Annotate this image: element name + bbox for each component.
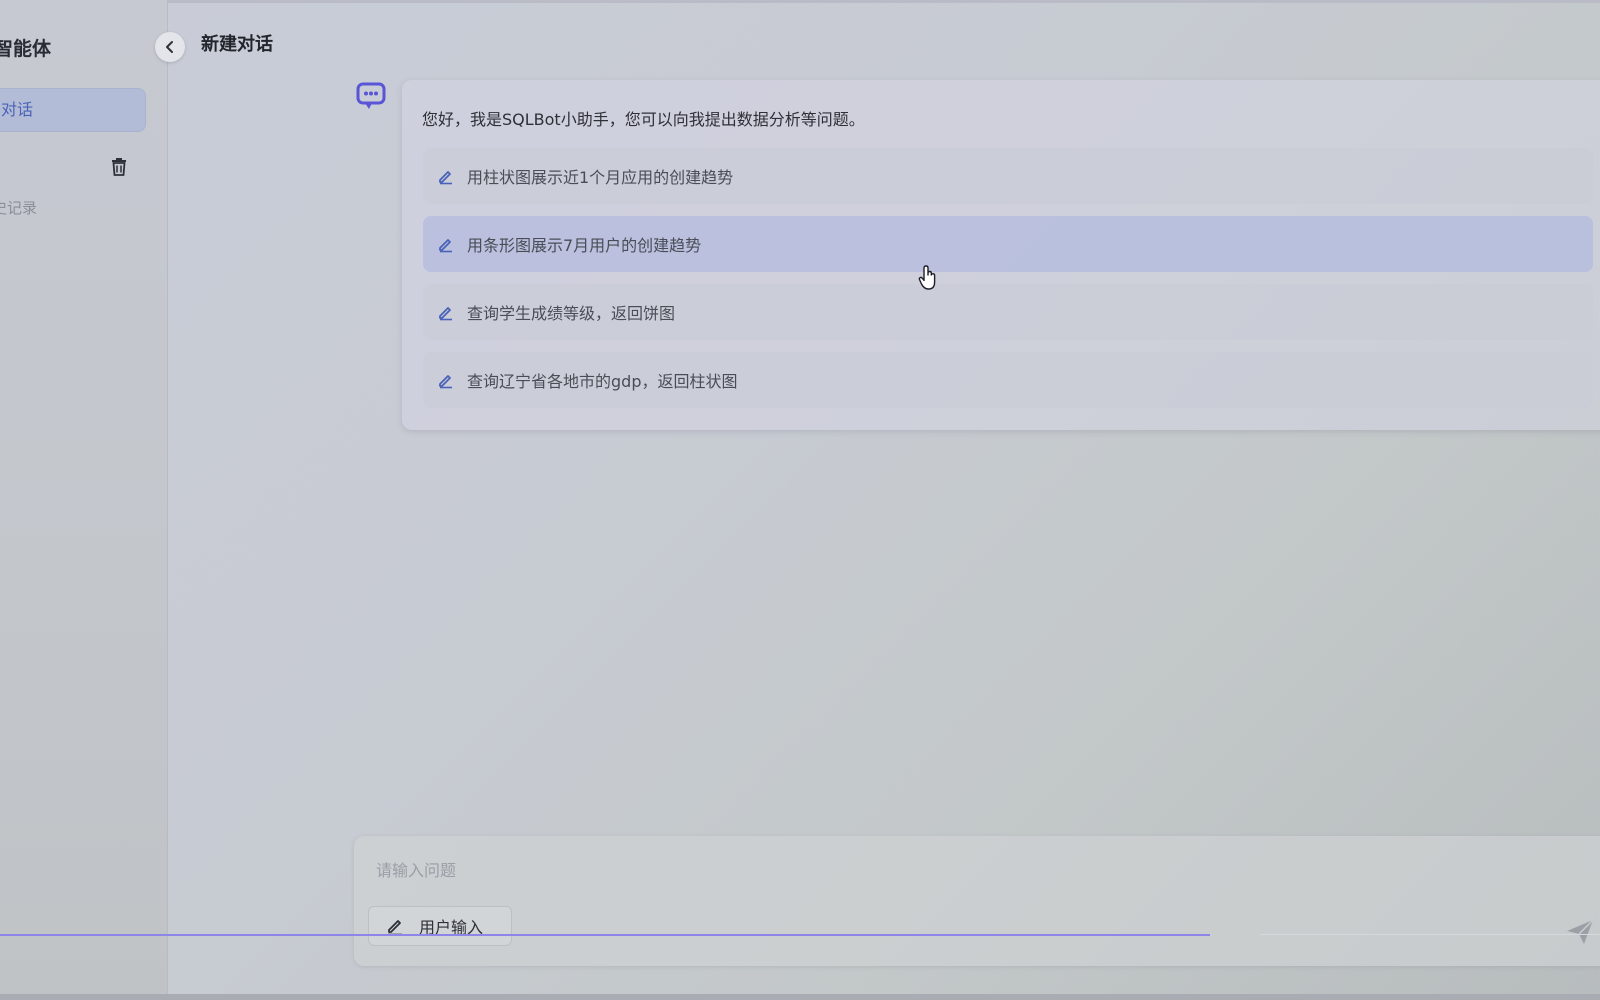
sidebar: 智能体 对话 史记录	[0, 0, 168, 1000]
sidebar-history-label: 史记录	[0, 199, 38, 217]
bot-greeting-text: 您好，我是SQLBot小助手，您可以向我提出数据分析等问题。	[422, 110, 865, 129]
top-edge-line	[0, 0, 1600, 3]
question-input[interactable]	[374, 854, 1478, 886]
sidebar-title: 智能体	[0, 38, 52, 60]
collapse-sidebar-button[interactable]	[155, 32, 185, 62]
suggestion-text: 查询辽宁省各地市的gdp，返回柱状图	[467, 372, 738, 391]
send-plane-icon	[1567, 919, 1594, 944]
bot-message-card: 您好，我是SQLBot小助手，您可以向我提出数据分析等问题。 用柱状图展示近1个…	[402, 80, 1600, 430]
pencil-icon	[385, 916, 405, 936]
divider	[1260, 934, 1600, 935]
progress-indicator	[0, 934, 1210, 936]
page-title: 新建对话	[201, 34, 273, 55]
user-input-mode-button[interactable]: 用户输入	[368, 906, 512, 946]
hand-pointer-icon	[918, 265, 938, 291]
suggestion-item[interactable]: 查询辽宁省各地市的gdp，返回柱状图	[423, 352, 1593, 408]
chat-input-box: 用户输入	[354, 836, 1600, 966]
chevron-left-icon	[166, 41, 173, 53]
send-button[interactable]	[1564, 916, 1596, 948]
edit-pen-icon	[437, 167, 455, 185]
trash-icon[interactable]	[108, 156, 130, 178]
edit-pen-icon	[437, 235, 455, 253]
suggestion-text: 查询学生成绩等级，返回饼图	[467, 304, 676, 323]
edit-pen-icon	[437, 303, 455, 321]
suggestion-item[interactable]: 用柱状图展示近1个月应用的创建趋势	[423, 148, 1593, 204]
robot-chat-icon	[355, 81, 387, 111]
suggestion-item[interactable]: 用条形图展示7月用户的创建趋势	[423, 216, 1593, 272]
suggestion-text: 用柱状图展示近1个月应用的创建趋势	[467, 168, 734, 187]
suggestion-item[interactable]: 查询学生成绩等级，返回饼图	[423, 284, 1593, 340]
bottom-edge-bar	[0, 994, 1600, 1000]
edit-pen-icon	[437, 371, 455, 389]
suggestion-text: 用条形图展示7月用户的创建趋势	[467, 236, 702, 255]
sidebar-item-new-chat[interactable]: 对话	[0, 88, 146, 132]
